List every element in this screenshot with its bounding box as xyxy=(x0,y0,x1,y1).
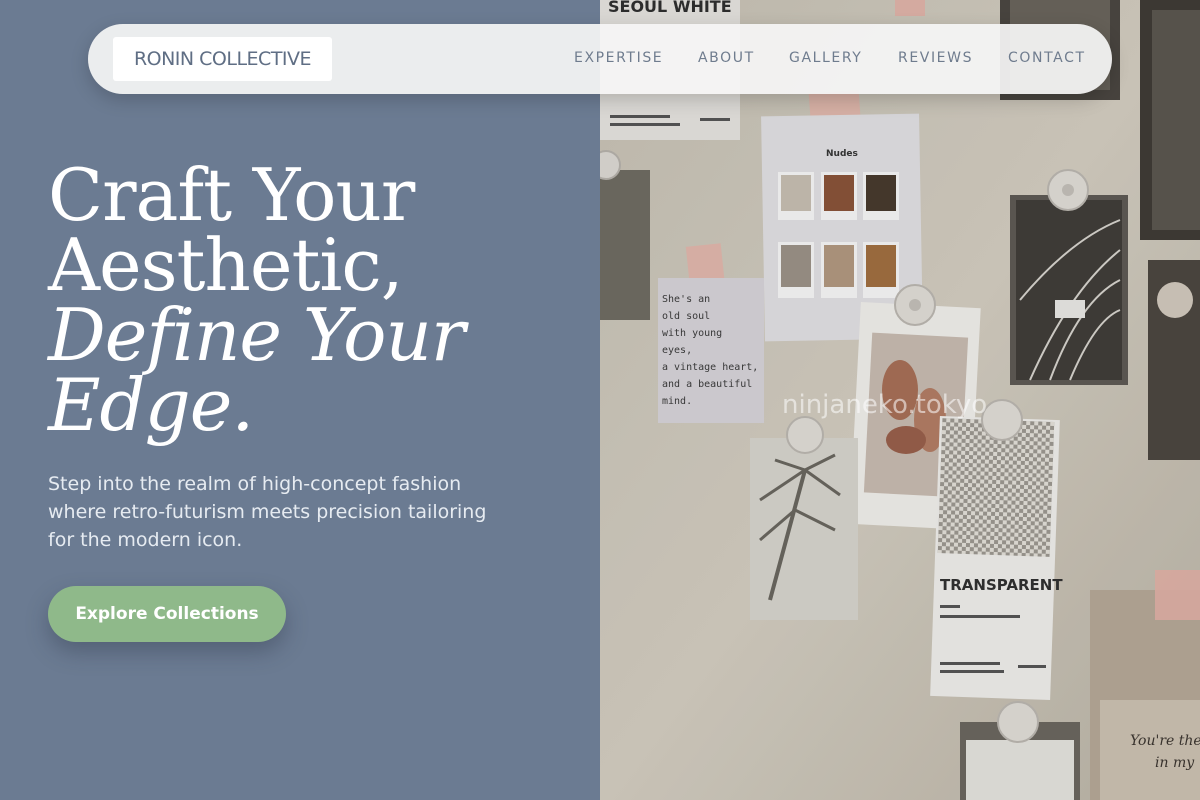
nav-gallery[interactable]: GALLERY xyxy=(789,50,862,66)
hero-photo: SEOUL WHITE Nudes She's an old soul with… xyxy=(600,0,1200,800)
headline-line-3: Define Your xyxy=(48,293,465,377)
watermark-text: ninjaneko.tokyo xyxy=(782,390,987,420)
moodboard-photo: SEOUL WHITE Nudes She's an old soul with… xyxy=(600,0,1200,800)
hero-subtext: Step into the realm of high-concept fash… xyxy=(48,473,487,551)
headline-line-1: Craft Your xyxy=(48,153,415,237)
top-navbar: RONIN COLLECTIVE EXPERTISE ABOUT GALLERY… xyxy=(88,24,1112,94)
nav-expertise[interactable]: EXPERTISE xyxy=(574,50,663,66)
nav-contact[interactable]: CONTACT xyxy=(1008,50,1086,66)
headline-line-2: Aesthetic, xyxy=(48,223,404,307)
hero-panel: Craft Your Aesthetic, Define Your Edge. … xyxy=(0,0,600,800)
hero-headline: Craft Your Aesthetic, Define Your Edge. xyxy=(48,153,465,447)
headline-line-4: Edge. xyxy=(48,363,254,447)
nav-reviews[interactable]: REVIEWS xyxy=(898,50,973,66)
explore-collections-button[interactable]: Explore Collections xyxy=(48,586,286,642)
nav-about[interactable]: ABOUT xyxy=(698,50,755,66)
brand-logo[interactable]: RONIN COLLECTIVE xyxy=(113,37,332,81)
